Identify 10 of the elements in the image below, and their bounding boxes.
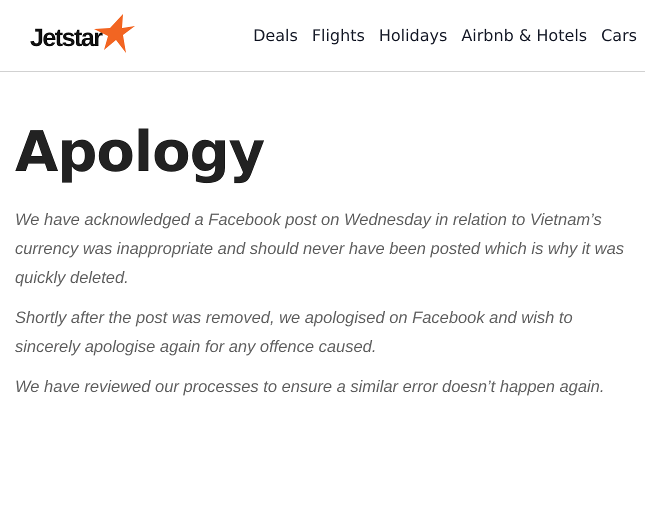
nav-link[interactable]: Cars bbox=[601, 26, 637, 45]
paragraph: We have acknowledged a Facebook post on Wednesday in relation to Vietnam’s currency was inappropriate and should never have been posted which is why it was quickly deleted. bbox=[15, 210, 625, 289]
nav-link[interactable]: Holidays bbox=[378, 26, 448, 45]
paragraph: Shortly after the post was removed, we apologised on Facebook and wish to sincerely apologise again for any offence caused. bbox=[15, 308, 574, 358]
paragraph: We have reviewed our processes to ensure a similar error doesn’t happen again. bbox=[15, 376, 606, 398]
logo-wordmark[interactable]: Jetstar bbox=[30, 24, 102, 53]
page-heading: Apology bbox=[15, 122, 266, 184]
nav-link[interactable]: Deals bbox=[253, 26, 298, 45]
nav-link[interactable]: Airbnb & Hotels bbox=[461, 26, 588, 45]
nav-link[interactable]: Flights bbox=[312, 26, 365, 45]
